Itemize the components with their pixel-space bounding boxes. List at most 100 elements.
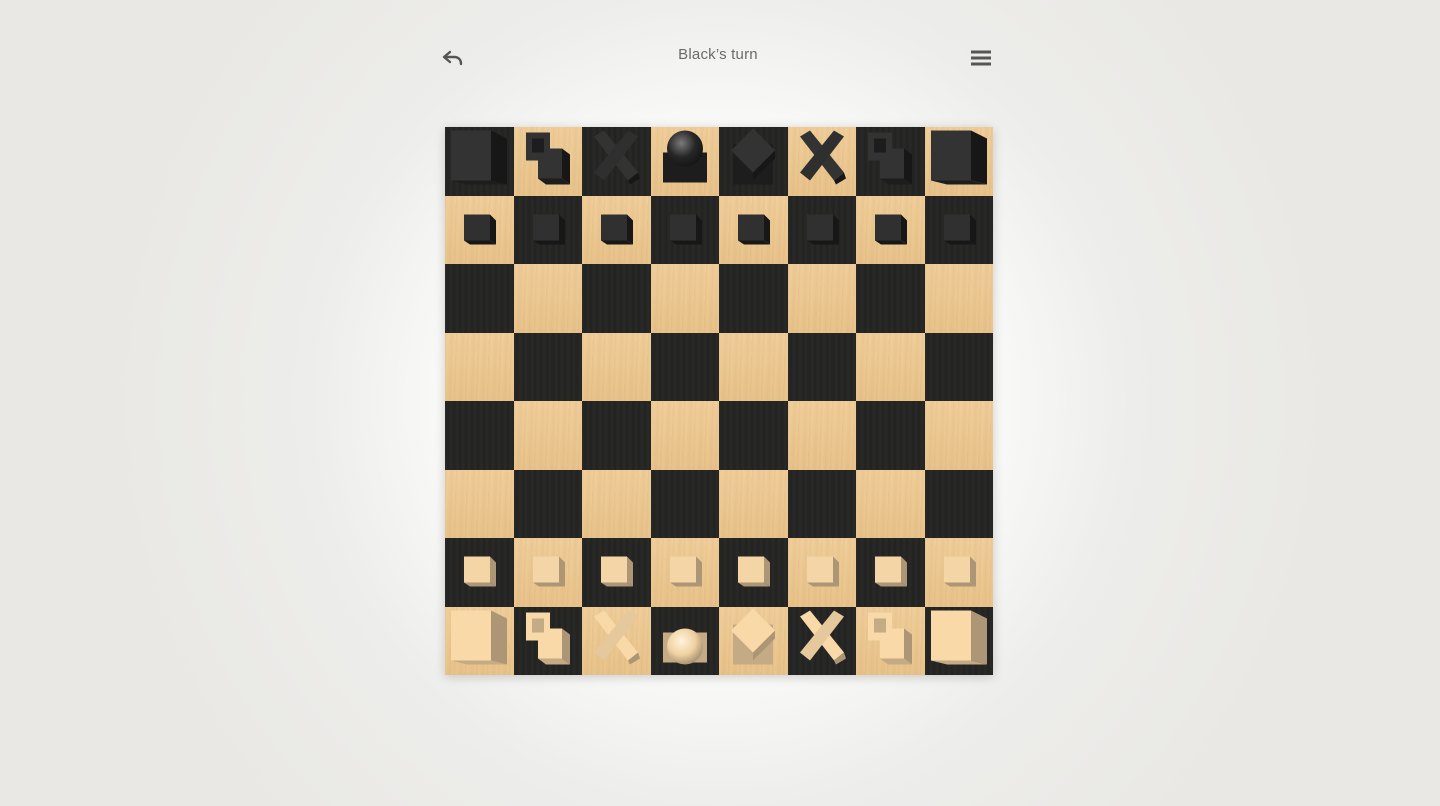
square-e5[interactable] — [719, 332, 788, 401]
square-c6[interactable] — [582, 264, 651, 333]
square-b7[interactable] — [513, 195, 582, 264]
square-d2[interactable] — [650, 538, 719, 607]
square-a2[interactable] — [445, 538, 514, 607]
square-g8[interactable] — [856, 127, 925, 196]
square-g3[interactable] — [856, 469, 925, 538]
black-pawn[interactable] — [516, 195, 580, 264]
white-rook[interactable] — [447, 606, 511, 675]
square-c5[interactable] — [582, 332, 651, 401]
square-a8[interactable] — [445, 127, 514, 196]
white-pawn-icon — [464, 556, 497, 587]
black-pawn[interactable] — [653, 195, 717, 264]
square-g4[interactable] — [856, 401, 925, 470]
square-f5[interactable] — [787, 332, 856, 401]
white-pawn[interactable] — [858, 538, 922, 607]
black-pawn[interactable] — [790, 195, 854, 264]
square-e1[interactable] — [719, 606, 788, 675]
square-d1[interactable] — [650, 606, 719, 675]
square-b5[interactable] — [513, 332, 582, 401]
square-b8[interactable] — [513, 127, 582, 196]
square-a7[interactable] — [445, 195, 514, 264]
square-c4[interactable] — [582, 401, 651, 470]
square-g6[interactable] — [856, 264, 925, 333]
black-knight-icon — [868, 132, 913, 185]
square-c3[interactable] — [582, 469, 651, 538]
black-bishop[interactable] — [790, 127, 854, 196]
black-pawn-icon — [601, 214, 634, 245]
black-pawn[interactable] — [927, 195, 991, 264]
white-bishop[interactable] — [790, 606, 854, 675]
white-pawn[interactable] — [447, 538, 511, 607]
white-pawn[interactable] — [516, 538, 580, 607]
black-pawn[interactable] — [584, 195, 648, 264]
square-d3[interactable] — [650, 469, 719, 538]
square-h3[interactable] — [924, 469, 993, 538]
white-pawn[interactable] — [653, 538, 717, 607]
square-g1[interactable] — [856, 606, 925, 675]
square-h6[interactable] — [924, 264, 993, 333]
square-f8[interactable] — [787, 127, 856, 196]
square-f7[interactable] — [787, 195, 856, 264]
black-bishop[interactable] — [584, 127, 648, 196]
square-c8[interactable] — [582, 127, 651, 196]
white-pawn[interactable] — [721, 538, 785, 607]
white-queen[interactable] — [653, 606, 717, 675]
square-a1[interactable] — [445, 606, 514, 675]
square-a6[interactable] — [445, 264, 514, 333]
square-e4[interactable] — [719, 401, 788, 470]
square-f1[interactable] — [787, 606, 856, 675]
square-e7[interactable] — [719, 195, 788, 264]
black-knight[interactable] — [516, 127, 580, 196]
square-b6[interactable] — [513, 264, 582, 333]
white-knight[interactable] — [516, 606, 580, 675]
square-b4[interactable] — [513, 401, 582, 470]
square-d6[interactable] — [650, 264, 719, 333]
square-d7[interactable] — [650, 195, 719, 264]
square-f2[interactable] — [787, 538, 856, 607]
white-pawn[interactable] — [584, 538, 648, 607]
square-f4[interactable] — [787, 401, 856, 470]
square-e2[interactable] — [719, 538, 788, 607]
black-rook[interactable] — [927, 127, 991, 196]
square-h4[interactable] — [924, 401, 993, 470]
square-d8[interactable] — [650, 127, 719, 196]
square-f3[interactable] — [787, 469, 856, 538]
square-e8[interactable] — [719, 127, 788, 196]
square-h2[interactable] — [924, 538, 993, 607]
square-h5[interactable] — [924, 332, 993, 401]
square-c2[interactable] — [582, 538, 651, 607]
black-knight[interactable] — [858, 127, 922, 196]
square-g7[interactable] — [856, 195, 925, 264]
black-king[interactable] — [721, 127, 785, 196]
square-d5[interactable] — [650, 332, 719, 401]
white-bishop[interactable] — [584, 606, 648, 675]
black-rook[interactable] — [447, 127, 511, 196]
black-pawn[interactable] — [721, 195, 785, 264]
white-rook[interactable] — [927, 606, 991, 675]
square-a5[interactable] — [445, 332, 514, 401]
black-pawn[interactable] — [447, 195, 511, 264]
square-f6[interactable] — [787, 264, 856, 333]
square-h1[interactable] — [924, 606, 993, 675]
square-g2[interactable] — [856, 538, 925, 607]
black-queen[interactable] — [653, 127, 717, 196]
square-c1[interactable] — [582, 606, 651, 675]
square-b3[interactable] — [513, 469, 582, 538]
square-a3[interactable] — [445, 469, 514, 538]
square-b1[interactable] — [513, 606, 582, 675]
square-e6[interactable] — [719, 264, 788, 333]
square-d4[interactable] — [650, 401, 719, 470]
square-a4[interactable] — [445, 401, 514, 470]
square-b2[interactable] — [513, 538, 582, 607]
menu-button[interactable] — [966, 46, 996, 70]
square-c7[interactable] — [582, 195, 651, 264]
white-pawn[interactable] — [790, 538, 854, 607]
black-pawn[interactable] — [858, 195, 922, 264]
square-h7[interactable] — [924, 195, 993, 264]
square-g5[interactable] — [856, 332, 925, 401]
white-king[interactable] — [721, 606, 785, 675]
square-h8[interactable] — [924, 127, 993, 196]
white-knight[interactable] — [858, 606, 922, 675]
white-pawn[interactable] — [927, 538, 991, 607]
square-e3[interactable] — [719, 469, 788, 538]
